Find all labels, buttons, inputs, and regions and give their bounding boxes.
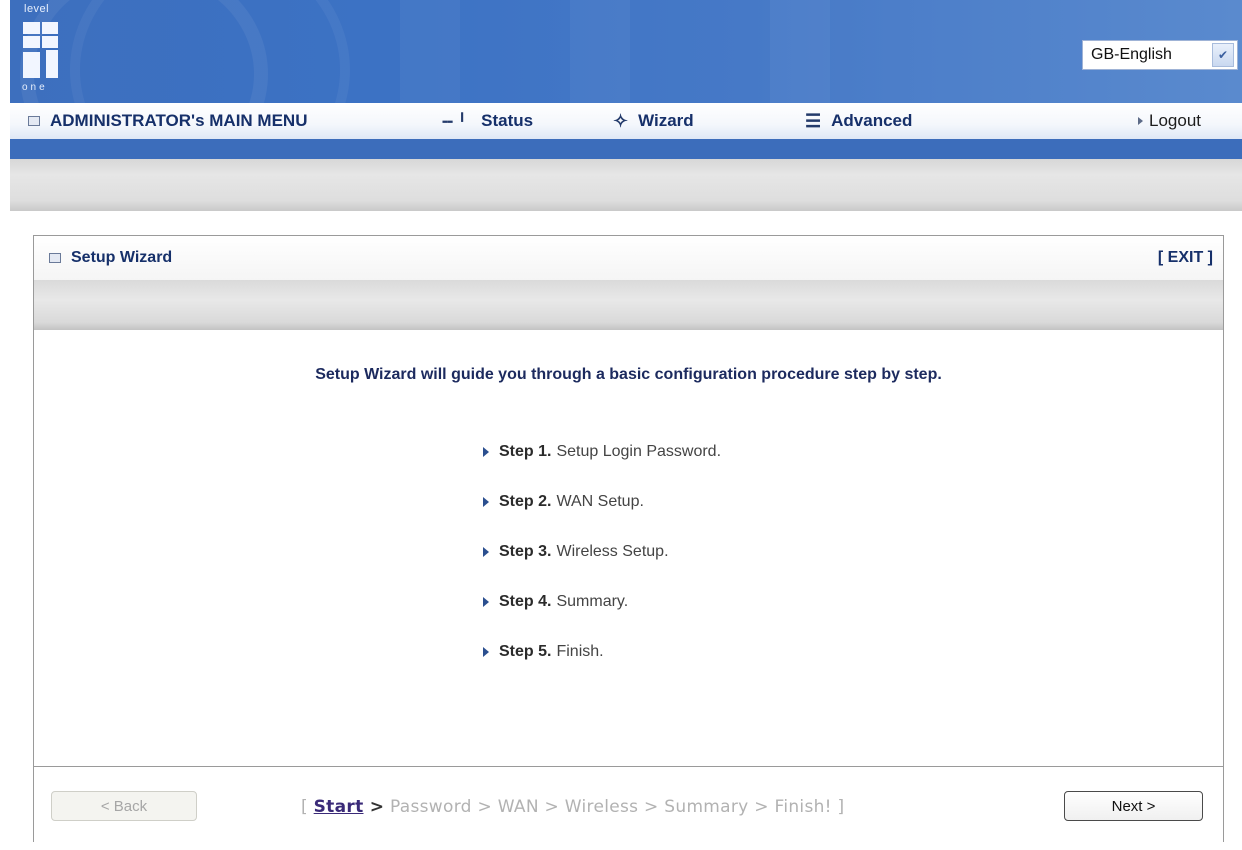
panel-title: Setup Wizard <box>49 249 172 267</box>
banner-decoration <box>400 0 460 103</box>
logo-text-bottom: one <box>22 82 48 93</box>
step-text: Finish. <box>556 643 604 660</box>
arrow-right-icon <box>1138 117 1143 125</box>
arrow-right-icon <box>483 647 489 657</box>
setup-wizard-panel: Setup Wizard [ EXIT ] Setup Wizard will … <box>33 235 1224 843</box>
square-bullet-icon <box>49 253 61 263</box>
menu-advanced-label: Advanced <box>831 111 913 130</box>
menu-main[interactable]: ADMINISTRATOR's MAIN MENU <box>28 103 307 139</box>
logo-text-top: level <box>24 3 50 15</box>
breadcrumb-rest: Password > WAN > Wireless > Summary > Fi… <box>384 797 845 817</box>
step-list: Step 1. Setup Login Password. Step 2. WA… <box>483 443 721 693</box>
step-number: Step 2. <box>499 493 552 510</box>
square-bullet-icon <box>28 116 40 126</box>
header-divider <box>10 139 1242 159</box>
language-select[interactable]: GB-English ✔ <box>1082 40 1238 70</box>
breadcrumb-separator: > <box>363 797 385 817</box>
menu-logout-label: Logout <box>1149 111 1201 130</box>
banner-decoration <box>570 0 630 103</box>
menu-status-label: Status <box>481 111 534 130</box>
step-text: WAN Setup. <box>556 493 644 510</box>
wizard-breadcrumb: [ Start > Password > WAN > Wireless > Su… <box>301 797 844 817</box>
panel-title-bar: Setup Wizard [ EXIT ] <box>34 236 1223 280</box>
advanced-icon: ☰ <box>805 110 822 131</box>
step-number: Step 3. <box>499 543 552 560</box>
person-icon: ⵧ╵ <box>442 110 472 131</box>
step-text: Setup Login Password. <box>556 443 722 460</box>
back-button[interactable]: < Back <box>51 791 197 821</box>
banner-decoration <box>70 0 350 103</box>
menu-wizard[interactable]: ✧ Wizard <box>613 103 694 139</box>
breadcrumb-open: [ <box>301 797 314 817</box>
header-banner: level one GB-English ✔ <box>10 0 1242 103</box>
language-value: GB-English <box>1091 46 1172 63</box>
step-text: Summary. <box>556 593 629 610</box>
panel-title-text: Setup Wizard <box>71 249 173 266</box>
wizard-footer: < Back [ Start > Password > WAN > Wirele… <box>34 766 1223 843</box>
arrow-right-icon <box>483 597 489 607</box>
breadcrumb-current: Start <box>313 797 364 817</box>
banner-decoration <box>770 0 830 103</box>
exit-link[interactable]: [ EXIT ] <box>1158 249 1213 267</box>
step-item: Step 5. Finish. <box>483 643 721 693</box>
menu-main-label: ADMINISTRATOR's MAIN MENU <box>50 111 308 130</box>
step-item: Step 3. Wireless Setup. <box>483 543 721 593</box>
wizard-intro-text: Setup Wizard will guide you through a ba… <box>315 366 942 383</box>
step-number: Step 5. <box>499 643 552 660</box>
step-item: Step 2. WAN Setup. <box>483 493 721 543</box>
chevron-down-icon[interactable]: ✔ <box>1212 43 1234 67</box>
menu-advanced[interactable]: ☰ Advanced <box>805 103 912 139</box>
menu-wizard-label: Wizard <box>638 111 694 130</box>
menu-status[interactable]: ⵧ╵ Status <box>442 103 533 139</box>
menu-logout[interactable]: Logout <box>1138 103 1201 139</box>
step-item: Step 4. Summary. <box>483 593 721 643</box>
panel-gray-band <box>34 280 1223 330</box>
main-menu-bar: ADMINISTRATOR's MAIN MENU ⵧ╵ Status ✧ Wi… <box>10 103 1242 139</box>
header-gray-band <box>10 159 1242 211</box>
arrow-right-icon <box>483 547 489 557</box>
step-item: Step 1. Setup Login Password. <box>483 443 721 493</box>
arrow-right-icon <box>483 447 489 457</box>
step-number: Step 4. <box>499 593 552 610</box>
wizard-icon: ✧ <box>613 110 629 131</box>
arrow-right-icon <box>483 497 489 507</box>
levelone-logo: level one <box>10 0 72 103</box>
step-number: Step 1. <box>499 443 552 460</box>
next-button[interactable]: Next > <box>1064 791 1203 821</box>
step-text: Wireless Setup. <box>556 543 669 560</box>
